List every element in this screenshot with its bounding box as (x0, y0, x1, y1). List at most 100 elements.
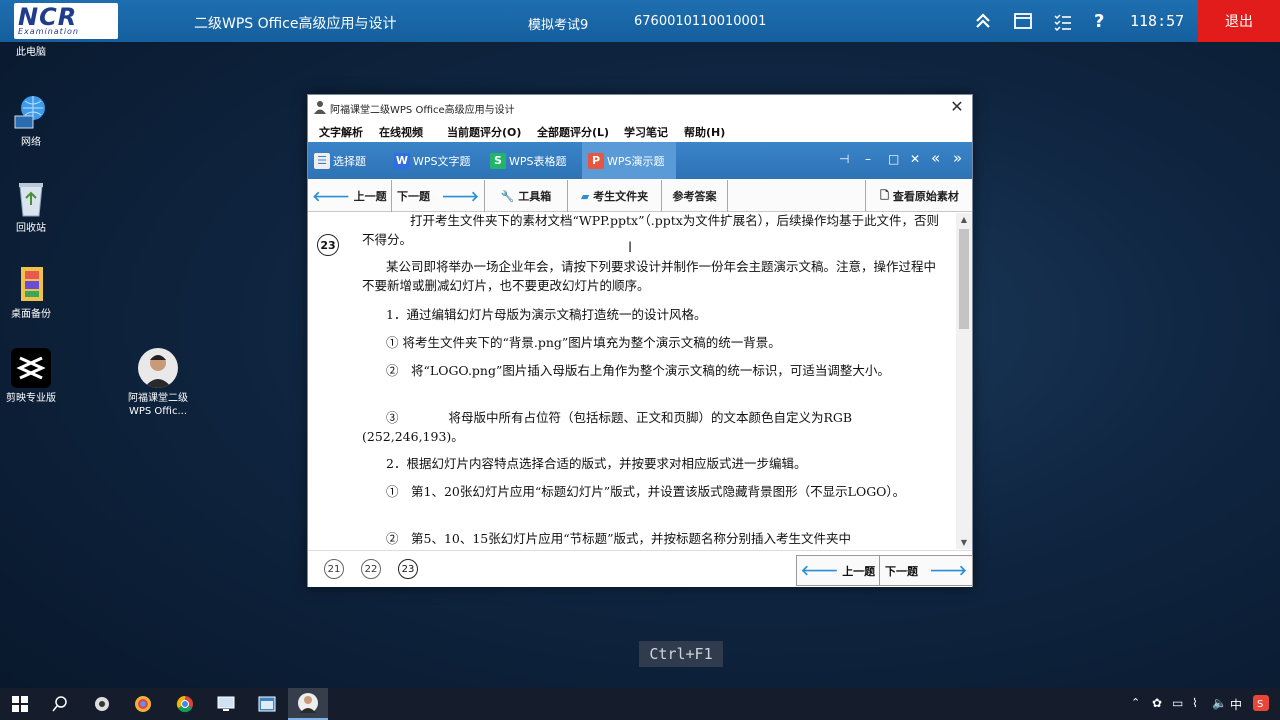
text-cursor-icon: I (628, 240, 633, 256)
pin-icon[interactable]: ⊣ (839, 152, 849, 166)
window-title: 阿福课堂二级WPS Office高级应用与设计 (330, 105, 515, 116)
window-icon[interactable] (1012, 10, 1034, 32)
desktop-icon-afu-wps[interactable]: 阿福课堂二级 WPS Offic... (123, 348, 193, 418)
exam-candidate-id: 6760010110010001 (634, 14, 767, 29)
menu-text-analysis[interactable]: 文字解析 (319, 124, 363, 140)
shortcut-hint: Ctrl+F1 (639, 641, 723, 667)
menu-online-video[interactable]: 在线视频 (379, 124, 423, 140)
tab-label: WPS演示题 (607, 154, 665, 168)
desktop-icon-this-pc[interactable]: 此电脑 (0, 46, 66, 59)
question-content: 23 打开考生文件夹下的素材文档“WPP.pptx”（.pptx为文件扩展名），… (308, 213, 958, 549)
tray-network-icon[interactable]: ⌇ (1192, 696, 1198, 710)
paragraph: ① 将考生文件夹下的“背景.png”图片填充为整个演示文稿的统一背景。 (386, 335, 781, 350)
exit-button[interactable]: 退出 (1198, 0, 1280, 42)
paragraph: 1．通过编辑幻灯片母版为演示文稿打造统一的设计风格。 (386, 307, 707, 322)
reference-answer-button[interactable]: 参考答案 (662, 180, 728, 212)
screen-icon (217, 696, 235, 711)
exam-name: 模拟考试9 (528, 18, 589, 33)
candidate-folder-button[interactable]: ▰ 考生文件夹 (568, 180, 662, 212)
tray-gear-icon[interactable]: ✿ (1152, 696, 1162, 710)
close-icon[interactable]: ✕ (948, 97, 966, 116)
scroll-down-icon[interactable]: ▼ (956, 538, 972, 547)
bottom-prev-button[interactable]: 🡐 上一题 (796, 555, 880, 586)
tray-wps-icon[interactable]: S (1252, 694, 1270, 715)
capcut-icon (11, 348, 51, 388)
question-navigation-bar: 21 22 23 🡐 上一题 下一题 🡒 (308, 550, 973, 587)
exam-header-bar: NCR Examination 二级WPS Office高级应用与设计 模拟考试… (0, 0, 1280, 42)
paragraph: 打开考生文件夹下的素材文档“WPP.pptx”（.pptx为文件扩展名），后续操… (362, 213, 940, 247)
menu-score-current[interactable]: 当前题评分(O) (447, 124, 521, 140)
question-jump-23[interactable]: 23 (398, 559, 418, 579)
paragraph: ① 第1、20张幻灯片应用“标题幻灯片”版式，并设置该版式隐藏背景图形（不显示L… (386, 484, 906, 499)
content-scrollbar[interactable]: ▲ ▼ (956, 213, 972, 549)
recycle-bin-icon (11, 178, 51, 218)
network-icon (11, 92, 51, 132)
taskbar-chrome[interactable] (165, 688, 205, 720)
double-chevron-left-icon[interactable]: « (931, 149, 940, 167)
tab-label: 选择题 (333, 154, 366, 168)
tab-choice[interactable]: ☰ 选择题 (314, 142, 384, 179)
folder-icon: ▰ (580, 189, 590, 203)
bottom-next-button[interactable]: 下一题 🡒 (879, 555, 973, 586)
tab-wps-writer[interactable]: W WPS文字题 (394, 142, 482, 179)
windows-taskbar: ⌃ ✿ ▭ ⌇ 🔈 中 S (0, 688, 1280, 720)
question-jump-21[interactable]: 21 (324, 559, 344, 579)
taskbar-app-3[interactable] (206, 688, 246, 720)
exam-subject-title: 二级WPS Office高级应用与设计 (194, 16, 397, 32)
taskbar-exam-app[interactable] (288, 688, 328, 720)
gear-icon (95, 697, 109, 711)
desktop-icon-label: 网络 (21, 137, 41, 148)
maximize-icon[interactable]: □ (888, 152, 899, 166)
desktop-icon-capcut[interactable]: 剪映专业版 (0, 348, 66, 405)
help-icon[interactable]: ? (1094, 11, 1116, 33)
next-question-button[interactable]: 下一题 🡒 (392, 180, 485, 212)
question-toolbar: 🡐 上一题 下一题 🡒 🔧 工具箱 ▰ 考生文件夹 参考答案 🗋 查看原始素材 (308, 180, 972, 212)
wps-presentation-icon: P (588, 152, 604, 169)
toolbox-button[interactable]: 🔧 工具箱 (485, 180, 568, 212)
tab-wps-sheet[interactable]: S WPS表格题 (490, 142, 580, 179)
desktop-icon-backup[interactable]: 桌面备份 (0, 264, 66, 321)
avatar-icon (298, 693, 318, 713)
collapse-up-icon[interactable] (972, 10, 994, 32)
checklist-icon[interactable] (1052, 10, 1074, 32)
taskbar-settings-app[interactable] (82, 688, 122, 720)
paragraph: ② 将“LOGO.png”图片插入母版右上角作为整个演示文稿的统一标识，可适当调… (386, 363, 890, 378)
window-titlebar: 阿福课堂二级WPS Office高级应用与设计 ✕ (308, 95, 972, 119)
desktop-icon-network[interactable]: 网络 (0, 92, 66, 149)
tray-chevron-up-icon[interactable]: ⌃ (1131, 696, 1140, 709)
folder-icon (11, 264, 51, 304)
chrome-icon (176, 695, 193, 713)
scroll-up-icon[interactable]: ▲ (956, 215, 972, 224)
tab-label: WPS表格题 (509, 154, 567, 168)
start-button[interactable] (0, 688, 40, 720)
tab-wps-presentation[interactable]: P WPS演示题 (582, 142, 676, 179)
wps-sheet-icon: S (490, 152, 506, 169)
tray-language-indicator[interactable]: 中 (1230, 696, 1242, 713)
list-icon: ☰ (314, 152, 330, 169)
scrollbar-thumb[interactable] (959, 229, 969, 329)
wrench-icon: 🔧 (500, 189, 515, 203)
arrow-right-icon: 🡒 (441, 188, 480, 205)
menu-help[interactable]: 帮助(H) (684, 124, 725, 140)
search-button[interactable] (40, 688, 80, 720)
minimize-icon[interactable]: – (865, 152, 871, 166)
tray-battery-icon[interactable]: ▭ (1172, 696, 1183, 710)
arrow-right-icon: 🡒 (929, 563, 968, 579)
close-icon[interactable]: ✕ (910, 152, 920, 166)
prev-question-button[interactable]: 🡐 上一题 (308, 180, 392, 212)
question-number-badge: 23 (317, 234, 339, 256)
tray-volume-icon[interactable]: 🔈 (1212, 696, 1227, 710)
menu-score-all[interactable]: 全部题评分(L) (537, 124, 609, 140)
avatar-icon (138, 348, 178, 388)
question-jump-22[interactable]: 22 (361, 559, 381, 579)
taskbar-browser-1[interactable] (123, 688, 163, 720)
desktop-icon-label: 阿福课堂二级 WPS Offic... (128, 393, 188, 417)
double-chevron-right-icon[interactable]: » (953, 149, 962, 167)
view-original-material-button[interactable]: 🗋 查看原始素材 (865, 180, 973, 212)
desktop-icon-label: 回收站 (16, 223, 46, 234)
desktop-icon-recycle-bin[interactable]: 回收站 (0, 178, 66, 235)
menu-study-notes[interactable]: 学习笔记 (624, 124, 668, 140)
taskbar-app-4[interactable] (247, 688, 287, 720)
colorful-browser-icon (135, 696, 151, 712)
windows-logo-icon (12, 696, 28, 712)
